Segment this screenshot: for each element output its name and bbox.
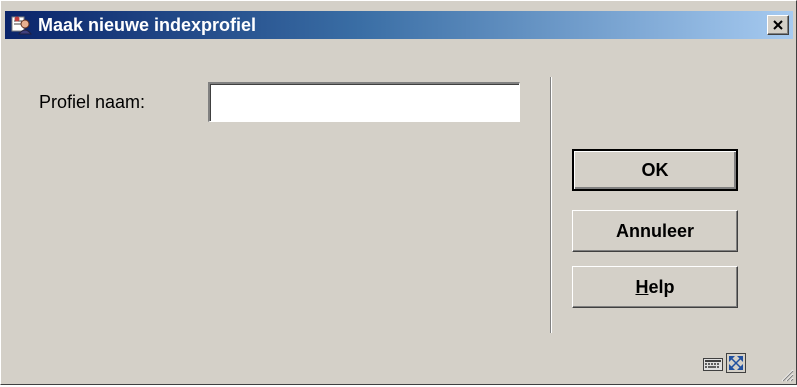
title-bar[interactable]: Maak nieuwe indexprofiel [5, 11, 793, 39]
profile-name-label: Profiel naam: [39, 92, 146, 112]
dialog-window: Maak nieuwe indexprofiel Profiel naam: O… [0, 0, 797, 385]
help-mnemonic: H [635, 276, 649, 297]
app-user-icon [11, 15, 33, 35]
cancel-button[interactable]: Annuleer [572, 210, 738, 252]
size-grip-icon[interactable] [780, 368, 794, 382]
window-title: Maak nieuwe indexprofiel [38, 15, 257, 35]
profile-name-input[interactable] [208, 82, 520, 122]
help-button[interactable]: Help [572, 266, 738, 308]
help-label-rest: elp [648, 276, 675, 297]
close-button[interactable] [767, 15, 789, 35]
vertical-divider [550, 77, 552, 333]
keyboard-icon[interactable] [703, 356, 723, 372]
resize-window-icon[interactable] [726, 353, 746, 373]
ok-button[interactable]: OK [572, 149, 738, 191]
